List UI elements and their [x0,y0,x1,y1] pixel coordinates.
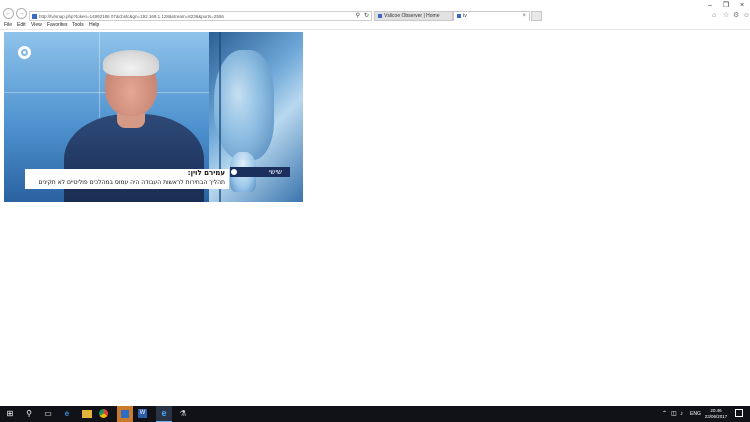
volume-icon[interactable]: ♪ [680,409,683,419]
word-icon[interactable]: W [138,409,147,418]
speaker-quote: תהליך הבחירות לראשות העבודה היה עמוס במה… [38,179,225,186]
tab-tv[interactable]: tv × [453,11,530,21]
browser-titlebar: ← → http://tv/snap.php?token=14992186 07… [0,0,750,21]
clock-date: 23/06/2017 [704,414,728,419]
task-view-icon[interactable]: ▭ [41,408,55,420]
internet-explorer-icon[interactable]: e [156,406,172,422]
tray-overflow-icon[interactable]: ⌃ [662,409,667,419]
tab-page-icon [378,13,382,18]
menu-favorites[interactable]: Favorites [47,22,68,29]
program-tag-dot [231,169,237,175]
menu-tools[interactable]: Tools [72,22,84,29]
url-text[interactable]: http://tv/snap.php?token=14992186 07&cbs… [39,13,339,20]
close-tab-icon[interactable]: × [522,12,526,21]
menu-bar: File Edit View Favorites Tools Help [0,21,750,30]
tab-label: tv [463,13,467,19]
lower-third-caption: עמירם לוין: תהליך הבחירות לראשות העבודה … [25,169,229,189]
channel-logo-dot [23,51,26,54]
close-window-button[interactable]: × [737,1,747,10]
favorites-star-icon[interactable]: ☆ [723,11,729,20]
program-tag: שישי [230,167,290,177]
new-tab-button[interactable] [531,11,542,21]
video-wall-face [214,50,274,160]
back-button[interactable]: ← [3,8,14,19]
presenter-hair [103,50,159,76]
clock[interactable]: 20:46 23/06/2017 [703,408,729,420]
menu-view[interactable]: View [31,22,42,29]
speaker-name: עמירם לוין: [187,169,225,177]
address-bar[interactable]: http://tv/snap.php?token=14992186 07&cbs… [29,11,372,21]
maximize-button[interactable]: ❐ [721,1,731,10]
refresh-icon[interactable]: ↻ [364,12,369,20]
minimize-button[interactable]: – [705,1,715,10]
chrome-icon[interactable] [99,409,108,418]
search-icon[interactable]: ⚲ [22,408,36,420]
tool-app-icon[interactable]: ⚗ [176,408,190,420]
notifications-icon[interactable] [735,409,743,417]
menu-help[interactable]: Help [89,22,99,29]
file-explorer-icon[interactable] [82,410,92,418]
taskbar: ⊞ ⚲ ▭ e W e ⚗ ⌃ ◫ ♪ ENG 20:46 23/06/2017 [0,406,750,422]
video-player[interactable]: שישי עמירם לוין: תהליך הבחירות לראשות הע… [4,32,303,202]
feedback-smile-icon[interactable]: ☺ [743,11,750,20]
network-icon[interactable]: ◫ [671,409,677,419]
tab-page-icon [457,13,461,18]
edge-icon[interactable]: e [60,408,74,420]
forward-button[interactable]: → [16,8,27,19]
menu-edit[interactable]: Edit [17,22,26,29]
search-icon[interactable]: ⚲ [356,12,360,20]
home-icon[interactable]: ⌂ [712,11,716,20]
gear-icon[interactable]: ⚙ [733,11,739,20]
windows-start-icon[interactable]: ⊞ [3,408,17,420]
tab-vslicoe-observer[interactable]: Vslicoe Observer | Home [374,11,453,21]
tab-label: Vslicoe Observer | Home [384,13,440,19]
menu-file[interactable]: File [4,22,12,29]
page-icon [32,14,37,19]
outlook-icon-inner [121,410,129,418]
outlook-icon[interactable] [117,406,133,422]
language-indicator[interactable]: ENG [690,409,701,419]
